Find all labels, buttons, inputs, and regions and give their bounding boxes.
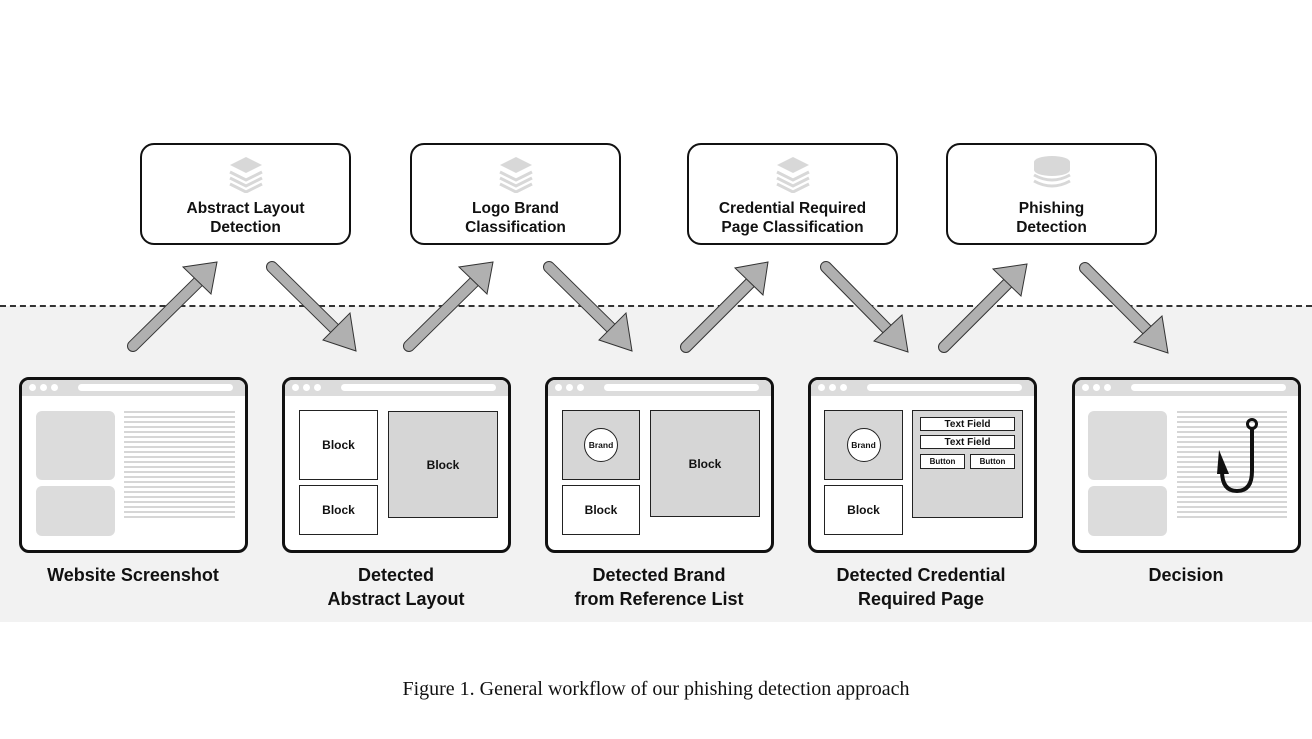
stage-caption: Decision bbox=[1148, 565, 1224, 585]
stage-caption: Detected Credential Required Page bbox=[836, 565, 1006, 609]
layout-block: Block bbox=[299, 410, 378, 480]
window-dot bbox=[1093, 384, 1100, 391]
layout-block: Block bbox=[388, 411, 498, 518]
window-dot bbox=[29, 384, 36, 391]
image-placeholder bbox=[1088, 486, 1167, 536]
fishhook-icon bbox=[1217, 418, 1258, 494]
window-dot bbox=[1104, 384, 1111, 391]
arrow-down-3 bbox=[820, 261, 909, 353]
browser-toolbar bbox=[1075, 380, 1298, 396]
figure-caption: Figure 1. General workflow of our phishi… bbox=[402, 678, 910, 700]
window-dot bbox=[40, 384, 47, 391]
layout-block: Block bbox=[299, 485, 378, 535]
browser-toolbar bbox=[22, 380, 245, 396]
address-bar bbox=[78, 384, 233, 391]
arrow-down-1 bbox=[266, 261, 357, 352]
layout-block: Block bbox=[650, 410, 760, 517]
stage-caption: Website Screenshot bbox=[47, 565, 219, 585]
stage-decision bbox=[1072, 377, 1301, 553]
form-button: Button bbox=[920, 454, 965, 469]
arrow-up-3 bbox=[680, 261, 769, 353]
window-dot bbox=[51, 384, 58, 391]
stage-website-screenshot bbox=[19, 377, 248, 553]
brand-logo: Brand bbox=[846, 428, 881, 462]
arrow-down-2 bbox=[543, 261, 633, 352]
form-button: Button bbox=[970, 454, 1015, 469]
address-bar bbox=[867, 384, 1022, 391]
stage-caption: Detected Abstract Layout bbox=[327, 565, 465, 609]
browser-toolbar bbox=[548, 380, 771, 396]
layout-block: Block bbox=[562, 485, 640, 535]
stage-detected-brand: Brand Block Block bbox=[545, 377, 774, 553]
logo-block: Brand bbox=[824, 410, 903, 480]
window-dot bbox=[829, 384, 836, 391]
image-placeholder bbox=[36, 486, 115, 536]
window-dot bbox=[566, 384, 573, 391]
window-dot bbox=[292, 384, 299, 391]
text-lines-placeholder bbox=[124, 411, 235, 520]
brand-logo: Brand bbox=[584, 428, 618, 462]
text-field: Text Field bbox=[920, 435, 1015, 449]
window-dot bbox=[1082, 384, 1089, 391]
arrow-up-2 bbox=[403, 261, 494, 352]
arrow-up-1 bbox=[127, 261, 218, 352]
address-bar bbox=[1131, 384, 1286, 391]
address-bar bbox=[604, 384, 759, 391]
arrow-up-4 bbox=[938, 263, 1028, 353]
stage-caption: Detected Brand from Reference List bbox=[574, 565, 744, 609]
window-dot bbox=[577, 384, 584, 391]
stage-detected-abstract-layout: Block Block Block bbox=[282, 377, 511, 553]
browser-toolbar bbox=[285, 380, 508, 396]
image-placeholder bbox=[1088, 411, 1167, 480]
window-dot bbox=[840, 384, 847, 391]
flow-arrows bbox=[127, 261, 1169, 354]
address-bar bbox=[341, 384, 496, 391]
window-dot bbox=[314, 384, 321, 391]
logo-block: Brand bbox=[562, 410, 640, 480]
window-dot bbox=[818, 384, 825, 391]
browser-toolbar bbox=[811, 380, 1034, 396]
layout-block: Block bbox=[824, 485, 903, 535]
text-field: Text Field bbox=[920, 417, 1015, 431]
window-dot bbox=[555, 384, 562, 391]
stage-detected-credential-page: Brand Block Text Field Text Field Button… bbox=[808, 377, 1037, 553]
window-dot bbox=[303, 384, 310, 391]
image-placeholder bbox=[36, 411, 115, 480]
arrow-down-4 bbox=[1079, 262, 1169, 354]
